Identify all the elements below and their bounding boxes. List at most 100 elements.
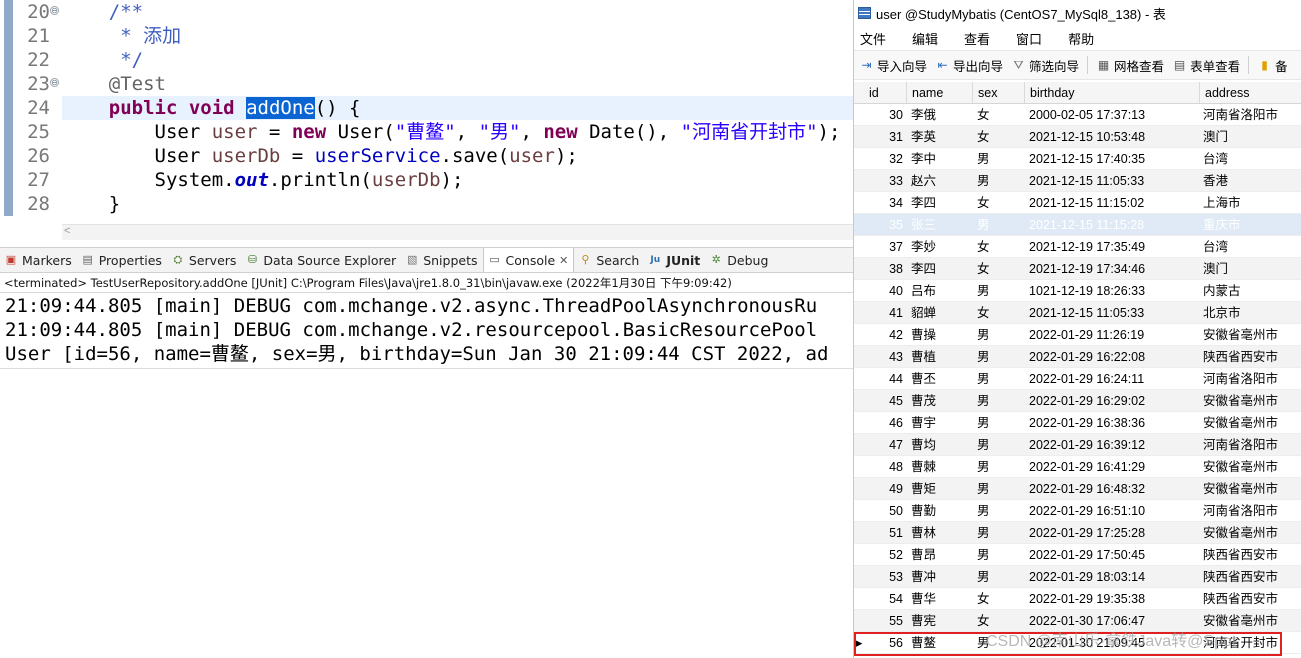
cell-address[interactable]: 河南省洛阳市 — [1200, 434, 1301, 455]
cell-birthday[interactable]: 2021-12-15 17:40:35 — [1025, 148, 1200, 169]
cell-id[interactable]: 55 — [864, 610, 907, 631]
table-row[interactable]: 37 李妙女 2021-12-19 17:35:49 台湾 — [854, 236, 1301, 258]
cell-id[interactable]: 42 — [864, 324, 907, 345]
cell-birthday[interactable]: 2022-01-29 16:48:32 — [1025, 478, 1200, 499]
cell-sex[interactable]: 女 — [973, 588, 1025, 609]
cell-address[interactable]: 重庆市 — [1200, 214, 1301, 235]
cell-name[interactable]: 曹棘 — [907, 456, 973, 477]
cell-birthday[interactable]: 2022-01-29 17:50:45 — [1025, 544, 1200, 565]
column-header-birthday[interactable]: birthday — [1025, 82, 1200, 103]
cell-id[interactable]: 33 — [864, 170, 907, 191]
code-text[interactable]: User userDb = userService.save(user); — [63, 144, 578, 168]
code-line[interactable]: 21 * 添加 — [0, 24, 853, 48]
menu-item[interactable]: 帮助 — [1068, 29, 1094, 48]
cell-id[interactable]: 37 — [864, 236, 907, 257]
cell-address[interactable]: 陕西省西安市 — [1200, 588, 1301, 609]
cell-birthday[interactable]: 2022-01-29 16:24:11 — [1025, 368, 1200, 389]
cell-address[interactable]: 澳门 — [1200, 258, 1301, 279]
cell-name[interactable]: 曹宪 — [907, 610, 973, 631]
menu-item[interactable]: 文件 — [860, 29, 886, 48]
table-row[interactable]: 42 曹操男 2022-01-29 11:26:19 安徽省亳州市 — [854, 324, 1301, 346]
cell-birthday[interactable]: 2021-12-19 17:35:49 — [1025, 236, 1200, 257]
table-row[interactable]: ▶ 56 曹鳌男 2022-01-30 21:09:45 河南省开封市 — [854, 632, 1301, 654]
cell-address[interactable]: 陕西省西安市 — [1200, 566, 1301, 587]
cell-id[interactable]: 49 — [864, 478, 907, 499]
code-text[interactable]: * 添加 — [63, 24, 181, 48]
column-header-address[interactable]: address — [1200, 82, 1301, 103]
menu-item[interactable]: 编辑 — [912, 29, 938, 48]
cell-address[interactable]: 河南省开封市 — [1200, 632, 1301, 653]
fold-toggle-icon[interactable]: ⊖ — [50, 6, 59, 15]
cell-id[interactable]: 31 — [864, 126, 907, 147]
cell-sex[interactable]: 男 — [973, 544, 1025, 565]
cell-id[interactable]: 53 — [864, 566, 907, 587]
close-icon[interactable]: ✕ — [559, 254, 568, 267]
cell-id[interactable]: 47 — [864, 434, 907, 455]
cell-id[interactable]: 45 — [864, 390, 907, 411]
code-line[interactable]: 25 User user = new User("曹鳌", "男", new D… — [0, 120, 853, 144]
cell-name[interactable]: 张三 — [907, 214, 973, 235]
menu-item[interactable]: 窗口 — [1016, 29, 1042, 48]
cell-birthday[interactable]: 2022-01-29 16:38:36 — [1025, 412, 1200, 433]
cell-birthday[interactable]: 2022-01-29 19:35:38 — [1025, 588, 1200, 609]
data-grid[interactable]: id name sex birthday address 30 李俄女 2000-02-05… — [854, 82, 1301, 654]
cell-name[interactable]: 曹林 — [907, 522, 973, 543]
cell-birthday[interactable]: 2022-01-29 16:41:29 — [1025, 456, 1200, 477]
table-row[interactable]: 40 吕布男 1021-12-19 18:26:33 内蒙古 — [854, 280, 1301, 302]
toolbar-button[interactable]: ⛛ 筛选向导 — [1011, 56, 1079, 75]
code-text[interactable]: public void addOne() { — [63, 96, 360, 120]
table-row[interactable]: 46 曹宇男 2022-01-29 16:38:36 安徽省亳州市 — [854, 412, 1301, 434]
tab-markers[interactable]: ▣ Markers — [0, 248, 77, 272]
cell-name[interactable]: 李英 — [907, 126, 973, 147]
cell-sex[interactable]: 男 — [973, 148, 1025, 169]
table-row[interactable]: 31 李英女 2021-12-15 10:53:48 澳门 — [854, 126, 1301, 148]
cell-address[interactable]: 香港 — [1200, 170, 1301, 191]
table-row[interactable]: 55 曹宪女 2022-01-30 17:06:47 安徽省亳州市 — [854, 610, 1301, 632]
cell-id[interactable]: 41 — [864, 302, 907, 323]
cell-sex[interactable]: 女 — [973, 236, 1025, 257]
cell-id[interactable]: 44 — [864, 368, 907, 389]
editor-horizontal-scrollbar[interactable]: < — [62, 224, 853, 240]
cell-birthday[interactable]: 2022-01-29 16:39:12 — [1025, 434, 1200, 455]
cell-name[interactable]: 曹鳌 — [907, 632, 973, 653]
cell-name[interactable]: 李妙 — [907, 236, 973, 257]
cell-id[interactable]: 50 — [864, 500, 907, 521]
table-row[interactable]: 41 貂蝉女 2021-12-15 11:05:33 北京市 — [854, 302, 1301, 324]
cell-birthday[interactable]: 2021-12-15 11:05:33 — [1025, 170, 1200, 191]
cell-id[interactable]: 34 — [864, 192, 907, 213]
cell-birthday[interactable]: 2022-01-30 21:09:45 — [1025, 632, 1200, 653]
cell-address[interactable]: 安徽省亳州市 — [1200, 478, 1301, 499]
cell-name[interactable]: 曹冲 — [907, 566, 973, 587]
cell-name[interactable]: 李四 — [907, 192, 973, 213]
cell-id[interactable]: 38 — [864, 258, 907, 279]
cell-sex[interactable]: 男 — [973, 434, 1025, 455]
cell-sex[interactable]: 男 — [973, 324, 1025, 345]
cell-name[interactable]: 曹勤 — [907, 500, 973, 521]
tab-properties[interactable]: ▤ Properties — [77, 248, 167, 272]
cell-id[interactable]: 32 — [864, 148, 907, 169]
cell-birthday[interactable]: 2021-12-19 17:34:46 — [1025, 258, 1200, 279]
cell-name[interactable]: 曹丕 — [907, 368, 973, 389]
cell-id[interactable]: 40 — [864, 280, 907, 301]
cell-address[interactable]: 澳门 — [1200, 126, 1301, 147]
toolbar-button[interactable]: ⇤ 导出向导 — [935, 56, 1003, 75]
cell-sex[interactable]: 男 — [973, 478, 1025, 499]
code-line[interactable]: 20 ⊖ /** — [0, 0, 853, 24]
cell-birthday[interactable]: 2021-12-15 10:53:48 — [1025, 126, 1200, 147]
toolbar-button[interactable]: ⇥ 导入向导 — [859, 56, 927, 75]
cell-sex[interactable]: 男 — [973, 368, 1025, 389]
grid-body[interactable]: 30 李俄女 2000-02-05 17:37:13 河南省洛阳市 31 李英女 2021-… — [854, 104, 1301, 654]
cell-sex[interactable]: 女 — [973, 126, 1025, 147]
code-text[interactable]: @Test — [63, 72, 166, 96]
cell-id[interactable]: 51 — [864, 522, 907, 543]
cell-address[interactable]: 北京市 — [1200, 302, 1301, 323]
code-text[interactable]: } — [63, 192, 120, 216]
cell-address[interactable]: 河南省洛阳市 — [1200, 500, 1301, 521]
code-line[interactable]: 22 */ — [0, 48, 853, 72]
table-row[interactable]: 30 李俄女 2000-02-05 17:37:13 河南省洛阳市 — [854, 104, 1301, 126]
scroll-left-arrow-icon[interactable]: < — [64, 225, 70, 237]
table-row[interactable]: 45 曹茂男 2022-01-29 16:29:02 安徽省亳州市 — [854, 390, 1301, 412]
cell-birthday[interactable]: 2022-01-29 16:29:02 — [1025, 390, 1200, 411]
cell-id[interactable]: 43 — [864, 346, 907, 367]
cell-sex[interactable]: 女 — [973, 610, 1025, 631]
